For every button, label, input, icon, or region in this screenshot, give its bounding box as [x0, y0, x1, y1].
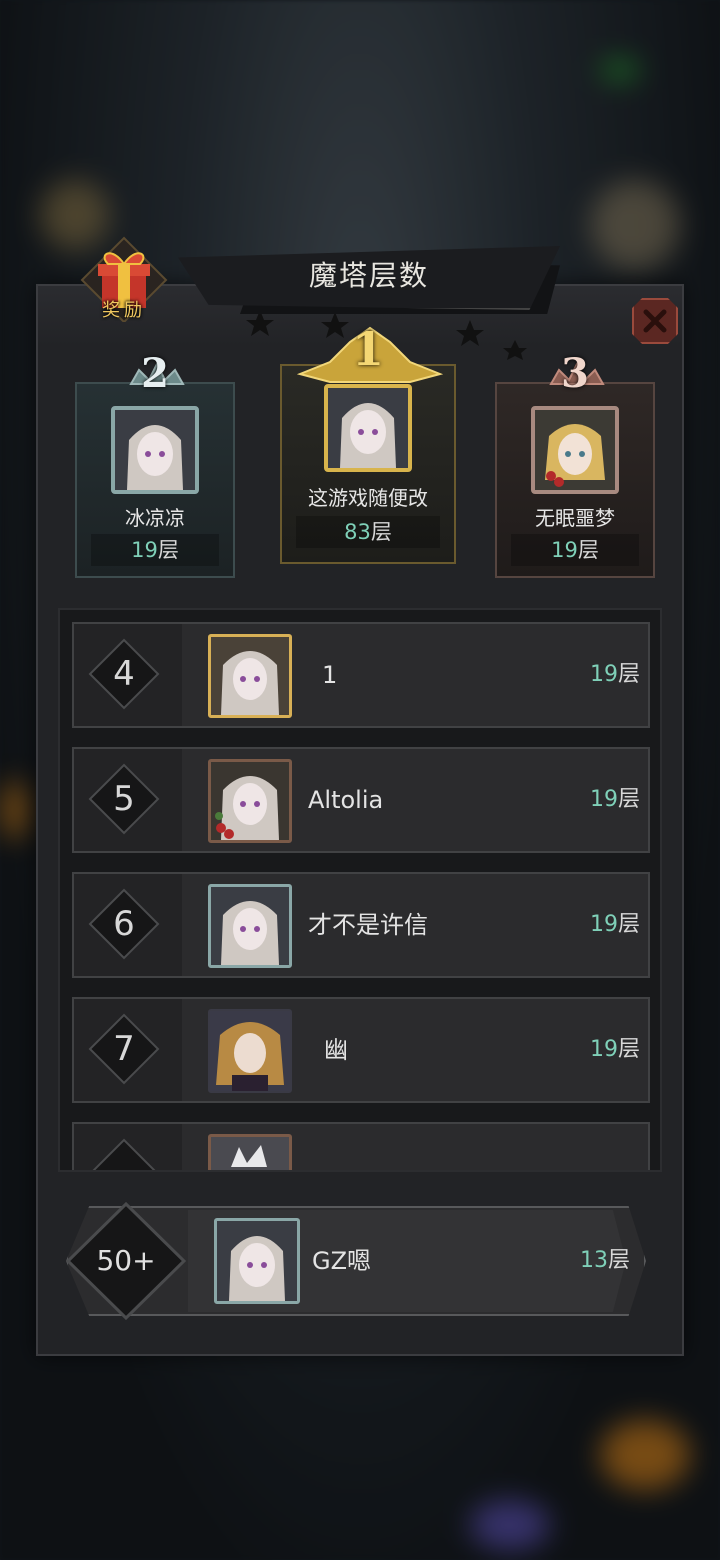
floor-unit: 层 — [157, 538, 179, 562]
avatar[interactable] — [208, 884, 292, 968]
floor-unit: 层 — [617, 912, 640, 937]
list-item[interactable]: 7 幽 19层 — [72, 997, 650, 1103]
floor-unit: 层 — [577, 538, 599, 562]
floor-count: 83层 — [296, 516, 440, 548]
avatar[interactable] — [531, 406, 619, 494]
my-player-name: GZ嗯 — [312, 1247, 372, 1275]
floor-unit: 层 — [617, 1037, 640, 1062]
podium-rank: 2 — [141, 350, 169, 397]
floor-number: 83 — [344, 520, 371, 544]
floor-number: 19 — [589, 787, 618, 812]
floor-number: 19 — [551, 538, 578, 562]
avatar[interactable] — [324, 384, 412, 472]
character-portrait-icon — [217, 1221, 297, 1301]
floor-unit: 层 — [607, 1248, 630, 1273]
list-item[interactable]: 5 Altolia 19层 — [72, 747, 650, 853]
floor-count: 19层 — [590, 624, 640, 726]
my-floor-count: 13层 — [580, 1206, 630, 1316]
my-rank-row[interactable]: 50+ GZ嗯 13层 — [65, 1201, 646, 1321]
floor-count: 19层 — [511, 534, 639, 566]
list-item-partial[interactable] — [72, 1122, 650, 1170]
avatar[interactable] — [214, 1218, 300, 1304]
floor-count: 19层 — [590, 999, 640, 1101]
avatar[interactable] — [111, 406, 199, 494]
floor-number: 19 — [131, 538, 158, 562]
close-button[interactable] — [632, 298, 678, 344]
floor-unit: 层 — [617, 662, 640, 687]
character-portrait-icon — [211, 887, 289, 965]
floor-unit: 层 — [370, 520, 392, 544]
character-portrait-icon — [211, 762, 289, 840]
player-name: 幽 — [324, 1036, 348, 1064]
character-portrait-icon — [211, 637, 289, 715]
avatar[interactable] — [208, 1134, 292, 1170]
floor-number: 19 — [589, 912, 618, 937]
character-portrait-icon — [115, 410, 195, 490]
podium-rank: 1 — [351, 322, 384, 376]
list-item[interactable]: 6 才不是许信 19层 — [72, 872, 650, 978]
character-portrait-icon — [210, 1011, 290, 1091]
podium-third[interactable]: 3 无眠噩梦 19层 — [495, 350, 655, 578]
player-name: 这游戏随便改 — [308, 486, 428, 510]
character-portrait-icon — [535, 410, 615, 490]
page-title: 魔塔层数 — [308, 259, 429, 292]
rank-number: 6 — [113, 904, 135, 944]
floor-number: 13 — [579, 1248, 608, 1273]
character-portrait-icon — [211, 1137, 289, 1170]
list-item[interactable]: 4 1 19层 — [72, 622, 650, 728]
floor-count: 19层 — [91, 534, 219, 566]
reward-label: 奖励 — [102, 300, 146, 321]
player-name: 才不是许信 — [308, 911, 428, 939]
player-name: 1 — [322, 661, 338, 689]
podium-rank: 3 — [561, 350, 589, 397]
player-name: Altolia — [308, 786, 384, 814]
floor-unit: 层 — [617, 787, 640, 812]
rank-number: 7 — [113, 1029, 135, 1069]
player-name: 无眠噩梦 — [535, 506, 615, 530]
character-portrait-icon — [328, 388, 408, 468]
podium-second[interactable]: 2 冰凉凉 19层 — [75, 350, 235, 578]
rank-number: 5 — [113, 779, 135, 819]
floor-count: 19层 — [590, 749, 640, 851]
podium-first[interactable]: 1 这游戏随便改 83层 — [280, 322, 456, 564]
ranking-list[interactable]: 4 1 19层 5 Altolia 19层 6 才不是许信 19层 7 幽 19… — [58, 608, 662, 1172]
close-icon — [643, 309, 667, 333]
floor-number: 19 — [589, 662, 618, 687]
floor-number: 19 — [589, 1037, 618, 1062]
player-name: 冰凉凉 — [125, 506, 185, 530]
avatar[interactable] — [208, 1009, 292, 1093]
floor-count: 19层 — [590, 874, 640, 976]
avatar[interactable] — [208, 759, 292, 843]
rank-diamond-icon — [92, 1138, 156, 1170]
rank-number: 4 — [113, 654, 135, 694]
avatar[interactable] — [208, 634, 292, 718]
my-rank-number: 50+ — [96, 1244, 156, 1277]
